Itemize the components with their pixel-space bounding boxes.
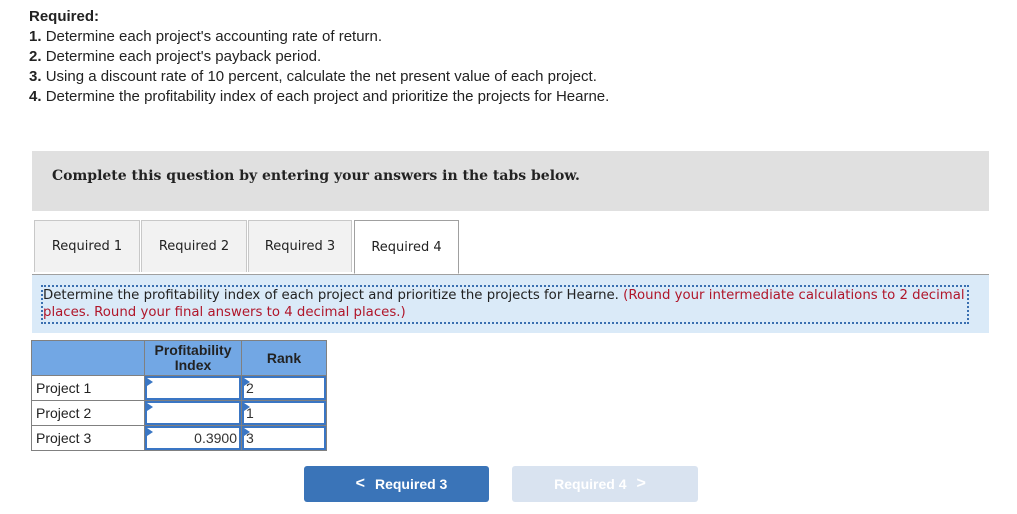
rank-input[interactable]: 2 bbox=[242, 376, 326, 400]
table-row: Project 2 1 bbox=[31, 400, 327, 426]
table-header-row: Profitability Index Rank bbox=[31, 340, 327, 376]
tab-required-3[interactable]: Required 3 bbox=[248, 220, 352, 272]
profitability-index-input[interactable]: 0.3900 bbox=[145, 426, 241, 450]
prompt-box: Determine the profitability index of eac… bbox=[32, 275, 989, 333]
prompt-main: Determine the profitability index of eac… bbox=[43, 288, 624, 303]
next-required-4-button[interactable]: Required 4 > bbox=[512, 466, 698, 502]
previous-required-3-button[interactable]: < Required 3 bbox=[304, 466, 489, 502]
profitability-index-input[interactable] bbox=[145, 401, 241, 425]
input-marker-icon bbox=[147, 403, 153, 411]
requirement-item: 3. Using a discount rate of 10 percent, … bbox=[29, 68, 597, 85]
instruction-bar: Complete this question by entering your … bbox=[32, 151, 989, 211]
profitability-index-input[interactable] bbox=[145, 376, 241, 400]
row-label: Project 2 bbox=[31, 400, 145, 426]
table-row: Project 3 0.3900 3 bbox=[31, 425, 327, 451]
chevron-right-icon: > bbox=[636, 475, 646, 492]
requirement-item: 2. Determine each project's payback peri… bbox=[29, 48, 322, 65]
prompt-text: Determine the profitability index of eac… bbox=[41, 285, 969, 324]
header-profitability-index: Profitability Index bbox=[144, 340, 242, 376]
previous-button-label: Required 3 bbox=[374, 476, 448, 492]
row-label: Project 1 bbox=[31, 375, 145, 401]
tab-required-2[interactable]: Required 2 bbox=[141, 220, 247, 272]
requirement-item: 4. Determine the profitability index of … bbox=[29, 88, 610, 105]
tab-bar: Required 1 Required 2 Required 3 Require… bbox=[32, 220, 989, 275]
requirements-title: Required: bbox=[29, 8, 100, 25]
input-marker-icon bbox=[244, 428, 250, 436]
requirement-item: 1. Determine each project's accounting r… bbox=[29, 28, 383, 45]
input-marker-icon bbox=[244, 378, 250, 386]
tab-required-1[interactable]: Required 1 bbox=[34, 220, 140, 272]
header-rank: Rank bbox=[241, 340, 327, 376]
chevron-left-icon: < bbox=[355, 475, 365, 492]
next-button-label: Required 4 bbox=[554, 476, 627, 492]
requirements-list: Required: 1. Determine each project's ac… bbox=[29, 7, 609, 107]
header-blank bbox=[31, 340, 145, 376]
table-row: Project 1 2 bbox=[31, 375, 327, 401]
rank-input[interactable]: 3 bbox=[242, 426, 326, 450]
rank-input[interactable]: 1 bbox=[242, 401, 326, 425]
row-label: Project 3 bbox=[31, 425, 145, 451]
input-marker-icon bbox=[147, 378, 153, 386]
input-marker-icon bbox=[147, 428, 153, 436]
answer-table: Profitability Index Rank Project 1 2 Pro… bbox=[31, 340, 327, 451]
tab-required-4[interactable]: Required 4 bbox=[354, 220, 459, 274]
instruction-text: Complete this question by entering your … bbox=[52, 168, 580, 184]
input-marker-icon bbox=[244, 403, 250, 411]
